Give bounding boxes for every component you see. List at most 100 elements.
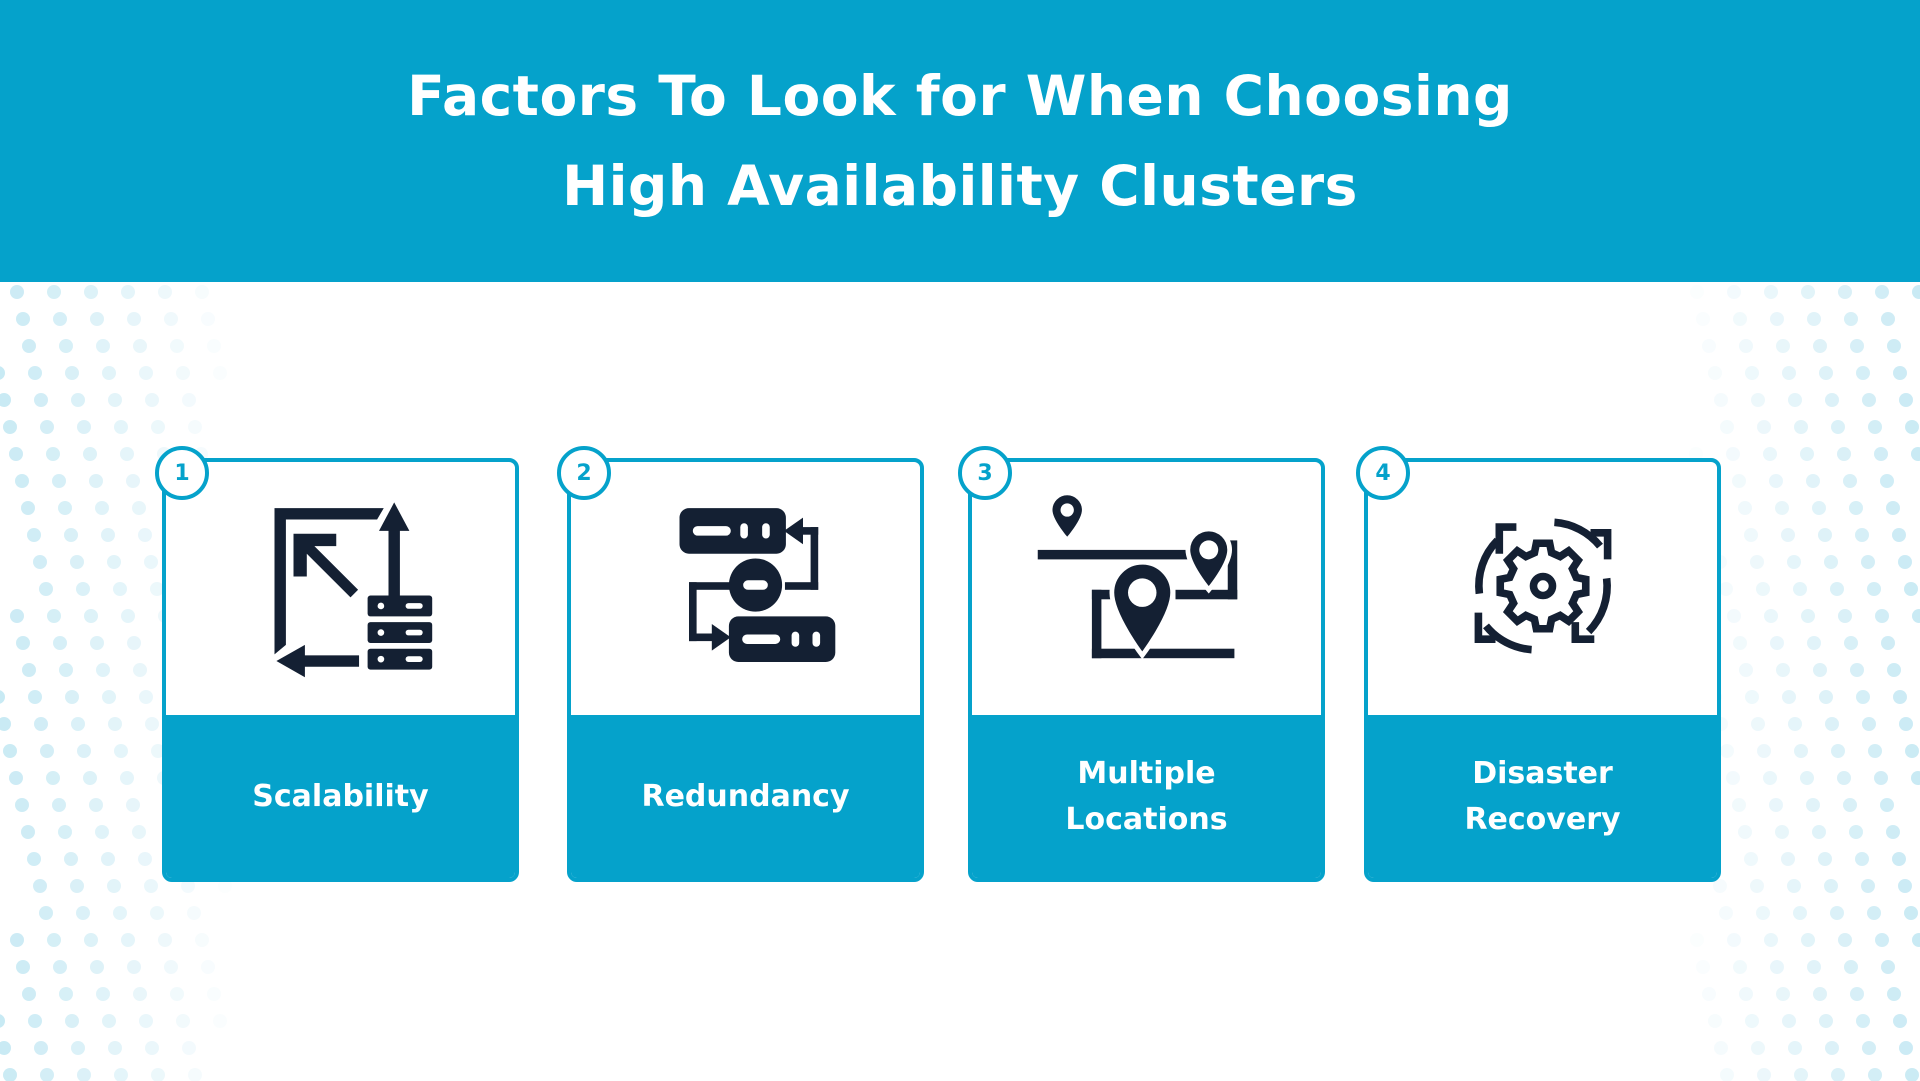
decorative-dot: [127, 960, 141, 974]
decorative-dot: [33, 879, 47, 893]
decorative-dot: [1745, 366, 1759, 380]
decorative-dot: [1690, 285, 1704, 299]
decorative-dot: [158, 285, 172, 299]
decorative-dot: [1788, 717, 1802, 731]
decorative-dot: [1861, 879, 1875, 893]
decorative-dot: [1782, 690, 1796, 704]
decorative-dot: [27, 852, 41, 866]
decorative-dot: [28, 1014, 42, 1028]
decorative-dot: [1751, 717, 1765, 731]
decorative-dot: [1899, 717, 1913, 731]
decorative-dot: [213, 1014, 227, 1028]
decorative-dot: [40, 420, 54, 434]
decorative-dot: [1819, 1014, 1833, 1028]
decorative-dot: [47, 933, 61, 947]
decorative-dot: [1843, 798, 1857, 812]
decorative-dot: [133, 339, 147, 353]
decorative-dot: [76, 582, 90, 596]
decorative-dot: [139, 690, 153, 704]
decorative-dot: [102, 690, 116, 704]
decorative-dot: [1806, 474, 1820, 488]
decorative-dot: [1818, 528, 1832, 542]
decorative-dot: [22, 663, 36, 677]
decorative-dot: [1702, 987, 1716, 1001]
decorative-dot: [108, 1041, 122, 1055]
decorative-dot: [89, 474, 103, 488]
decorative-dot: [1837, 447, 1851, 461]
decorative-dot: [1812, 501, 1826, 515]
decorative-dot: [1800, 771, 1814, 785]
decorative-dot: [1905, 744, 1919, 758]
decorative-dot: [58, 825, 72, 839]
decorative-dot: [0, 1014, 5, 1028]
decorative-dot: [1844, 636, 1858, 650]
decorative-dot: [77, 1068, 91, 1081]
decorative-dot: [34, 1041, 48, 1055]
decorative-dot: [144, 879, 158, 893]
decorative-dot: [1770, 960, 1784, 974]
decorative-dot: [1824, 879, 1838, 893]
decorative-dot: [1751, 393, 1765, 407]
decorative-dot: [1727, 609, 1741, 623]
decorative-dot: [22, 987, 36, 1001]
decorative-dot: [1892, 852, 1906, 866]
decorative-dot: [10, 285, 24, 299]
decorative-dot: [28, 690, 42, 704]
decorative-dot: [1911, 771, 1920, 785]
decorative-dot: [9, 771, 23, 785]
decorative-dot: [1751, 1041, 1765, 1055]
decorative-dot: [164, 312, 178, 326]
decorative-dot: [150, 906, 164, 920]
decorative-dot: [90, 960, 104, 974]
decorative-dot: [1861, 555, 1875, 569]
step-number-badge: 1: [155, 446, 209, 500]
decorative-dot: [1844, 312, 1858, 326]
step-number-badge: 3: [958, 446, 1012, 500]
decorative-dot: [138, 528, 152, 542]
decorative-dot: [96, 663, 110, 677]
decorative-dot: [1881, 960, 1895, 974]
decorative-dot: [0, 1041, 11, 1055]
decorative-dot: [1719, 582, 1733, 596]
decorative-dot: [145, 1041, 159, 1055]
decorative-dot: [1881, 636, 1895, 650]
decorative-dot: [10, 609, 24, 623]
decorative-dot: [1733, 636, 1747, 650]
decorative-dot: [1745, 1014, 1759, 1028]
decorative-dot: [90, 636, 104, 650]
decorative-dot: [83, 447, 97, 461]
decorative-dot: [1855, 852, 1869, 866]
factor-card-redundancy: Redundancy: [567, 458, 924, 882]
decorative-dot: [1726, 771, 1740, 785]
decorative-dot: [96, 987, 110, 1001]
decorative-dot: [114, 744, 128, 758]
decorative-dot: [1838, 285, 1852, 299]
decorative-dot: [139, 366, 153, 380]
decorative-dot: [1744, 528, 1758, 542]
decorative-dot: [1831, 1068, 1845, 1081]
decorative-dot: [121, 933, 135, 947]
decorative-dot: [170, 339, 184, 353]
decorative-dot: [1794, 744, 1808, 758]
decorative-dot: [1801, 285, 1815, 299]
decorative-dot: [77, 420, 91, 434]
page-title-line-2: High Availability Clusters: [562, 154, 1358, 218]
decorative-dot: [207, 339, 221, 353]
decorative-dot: [1881, 312, 1895, 326]
decorative-dot: [65, 1014, 79, 1028]
decorative-dot: [121, 285, 135, 299]
decorative-dot: [1738, 825, 1752, 839]
decorative-dot: [0, 393, 11, 407]
decorative-dot: [1732, 474, 1746, 488]
decorative-dot: [1868, 744, 1882, 758]
decorative-dot: [1868, 1068, 1882, 1081]
decorative-dot: [34, 717, 48, 731]
decorative-dot: [95, 825, 109, 839]
factor-card-scalability: Scalability: [162, 458, 519, 882]
decorative-dot: [1892, 528, 1906, 542]
decorative-dot: [10, 933, 24, 947]
decorative-dot: [1744, 852, 1758, 866]
decorative-dot: [1757, 1068, 1771, 1081]
decorative-dot: [40, 1068, 54, 1081]
decorative-dot: [1745, 690, 1759, 704]
